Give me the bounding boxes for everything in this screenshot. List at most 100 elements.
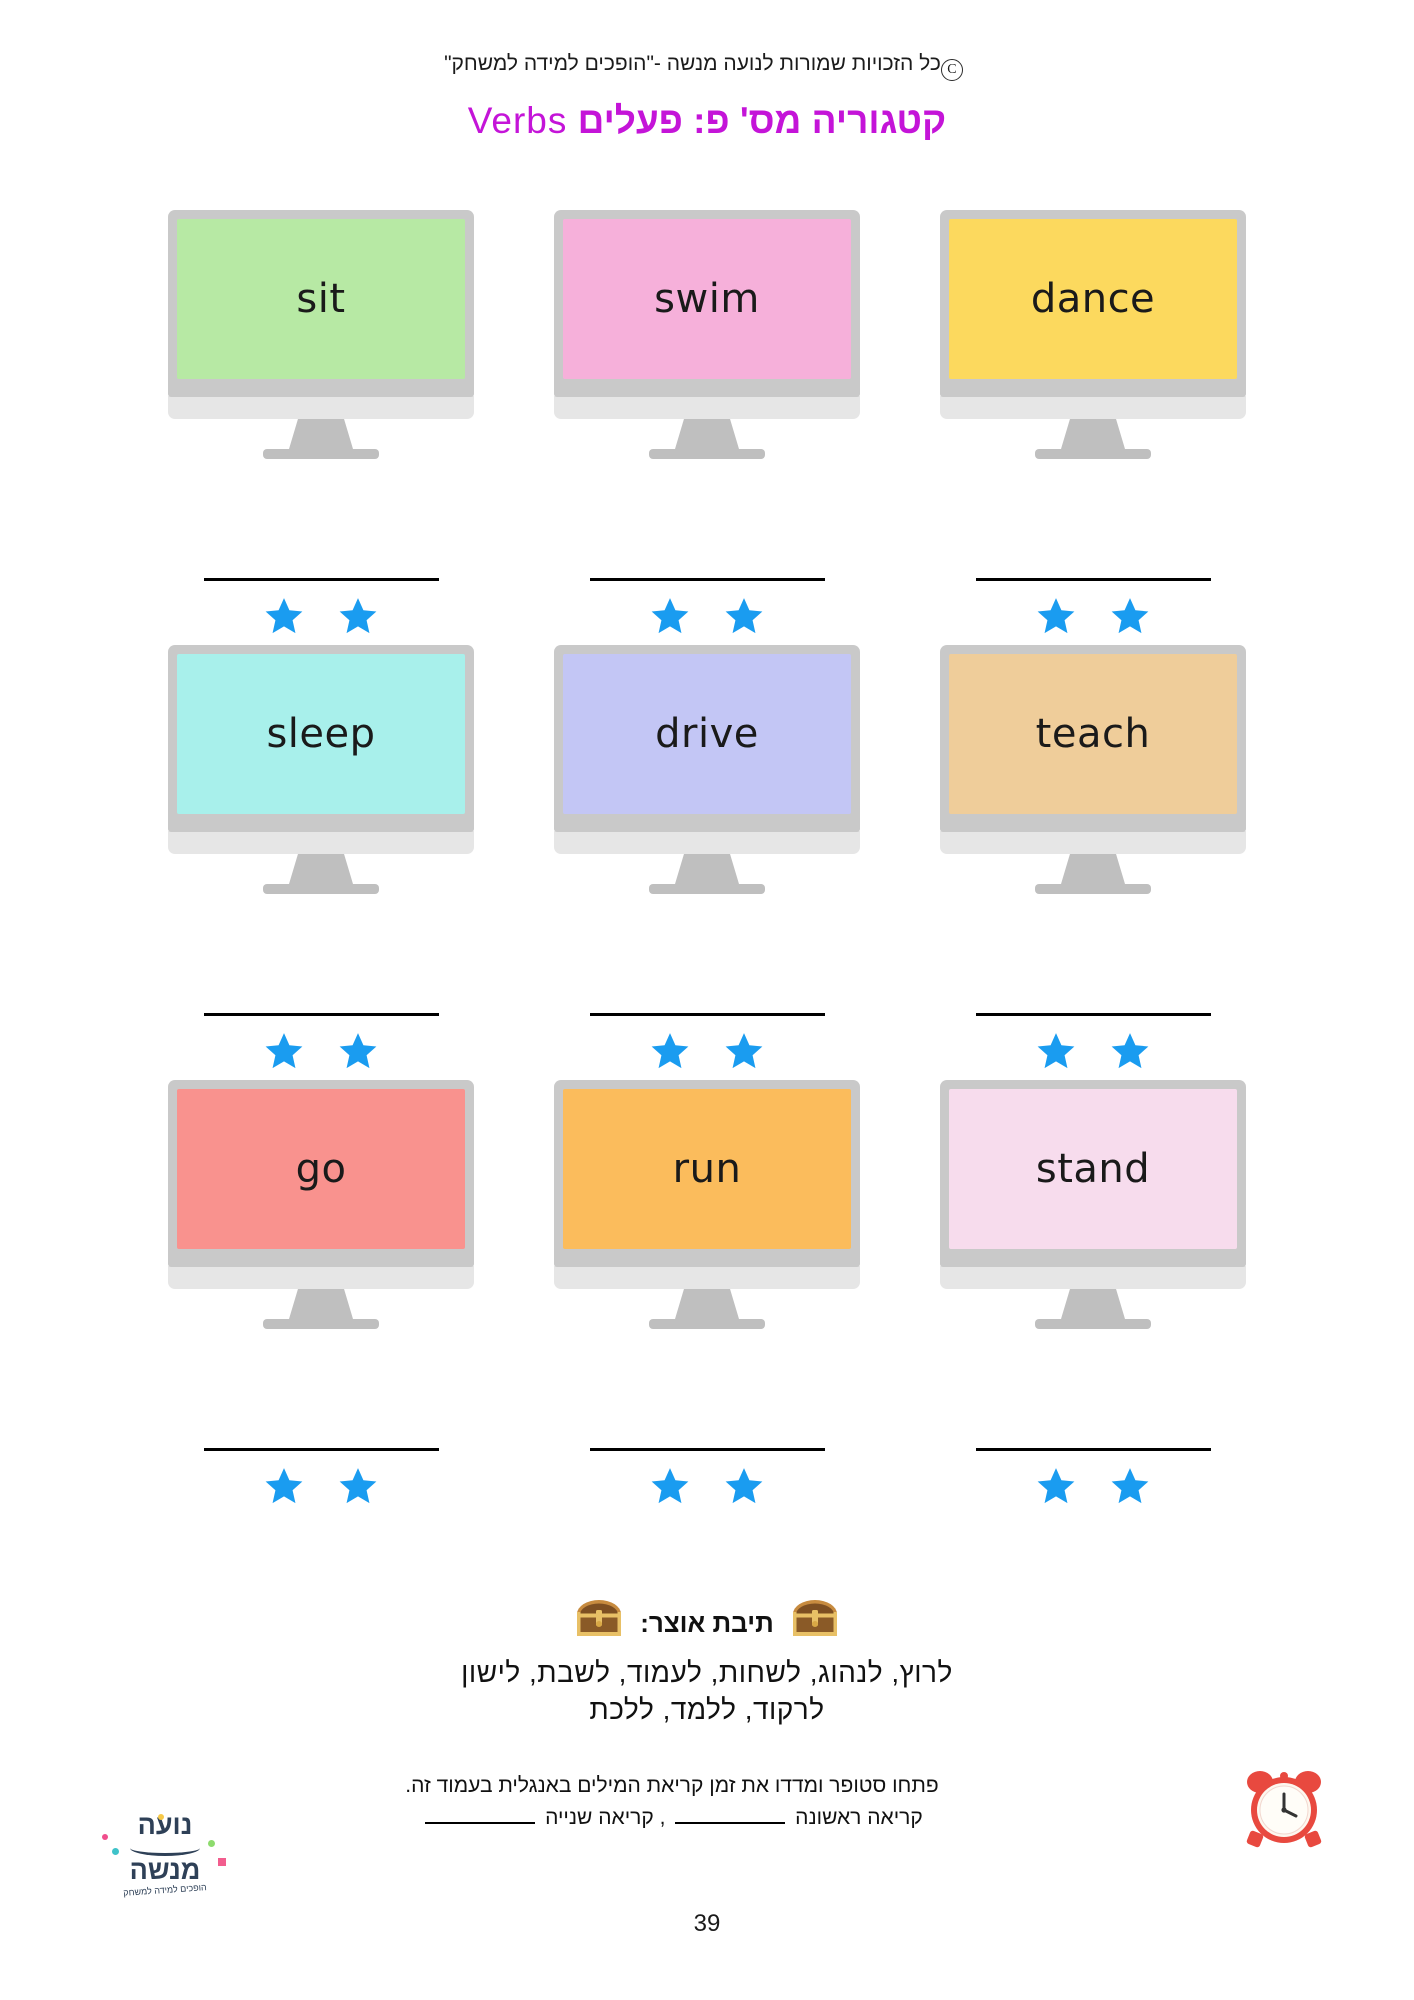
monitor-illustration: drive (554, 645, 860, 894)
monitor-stand-foot (263, 1319, 379, 1329)
star-rating (262, 1030, 380, 1072)
star-icon[interactable] (1108, 1465, 1152, 1507)
monitor-frame: stand (940, 1080, 1246, 1267)
star-icon[interactable] (722, 1465, 766, 1507)
answer-blank-line[interactable] (589, 578, 825, 581)
monitor-screen: swim (563, 219, 851, 379)
verb-word: go (295, 1146, 347, 1192)
answer-area (128, 1013, 514, 1072)
monitor-base-bar (554, 396, 860, 419)
monitor-screen: drive (563, 654, 851, 814)
logo-dot-3 (208, 1840, 215, 1847)
monitor-stand-neck (675, 1289, 739, 1319)
logo-dot-2 (112, 1848, 119, 1855)
page-number: 39 (693, 1910, 721, 1937)
logo-arc-decoration (130, 1840, 200, 1856)
monitor-illustration: sleep (168, 645, 474, 894)
logo-dot-1 (102, 1834, 108, 1840)
answer-blank-line[interactable] (975, 578, 1211, 581)
answer-blank-line[interactable] (589, 1013, 825, 1016)
verb-card: run (514, 1080, 900, 1515)
monitor-stand-foot (1035, 1319, 1151, 1329)
monitor-base-bar (168, 831, 474, 854)
answer-blank-line[interactable] (975, 1013, 1211, 1016)
star-icon[interactable] (648, 1465, 692, 1507)
star-rating (1034, 595, 1152, 637)
star-icon[interactable] (722, 1030, 766, 1072)
answer-blank-line[interactable] (975, 1448, 1211, 1451)
answer-blank-line[interactable] (589, 1448, 825, 1451)
monitor-stand-foot (649, 1319, 765, 1329)
star-icon[interactable] (1034, 1030, 1078, 1072)
reading-first-label: קריאה ראשונה (795, 1805, 923, 1829)
word-bank: לרוץ, לנהוג, לשחות, לעמוד, לשבת, לישון ל… (0, 1655, 1414, 1729)
monitor-illustration: stand (940, 1080, 1246, 1329)
star-icon[interactable] (1108, 1030, 1152, 1072)
monitor-stand-neck (675, 419, 739, 449)
monitor-stand-neck (289, 1289, 353, 1319)
page-title-english: Verbs (467, 100, 568, 141)
answer-area (900, 578, 1286, 637)
monitor-illustration: go (168, 1080, 474, 1329)
star-icon[interactable] (1034, 1465, 1078, 1507)
answer-blank-line[interactable] (203, 1448, 439, 1451)
answer-area (900, 1013, 1286, 1072)
answer-area (514, 1448, 900, 1507)
reading-second-blank[interactable] (425, 1808, 536, 1824)
monitor-stand-neck (1061, 419, 1125, 449)
monitor-base-bar (168, 1266, 474, 1289)
logo-line-1: נועה (137, 1810, 193, 1840)
star-icon[interactable] (648, 1030, 692, 1072)
worksheet-page: Cכל הזכויות שמורות לנועה מנשה -"הופכים ל… (0, 0, 1414, 2000)
answer-blank-line[interactable] (203, 578, 439, 581)
star-icon[interactable] (1034, 595, 1078, 637)
monitor-screen: stand (949, 1089, 1237, 1249)
monitor-illustration: run (554, 1080, 860, 1329)
monitor-screen: run (563, 1089, 851, 1249)
monitor-illustration: swim (554, 210, 860, 459)
treasure-chest-icon-left (791, 1598, 839, 1645)
answer-area (128, 1448, 514, 1507)
verb-card: swim (514, 210, 900, 645)
monitor-frame: sit (168, 210, 474, 397)
monitor-base-bar (554, 1266, 860, 1289)
monitor-stand-foot (263, 884, 379, 894)
star-icon[interactable] (262, 1465, 306, 1507)
monitor-frame: drive (554, 645, 860, 832)
star-rating (1034, 1465, 1152, 1507)
answer-area (900, 1448, 1286, 1507)
verb-word: teach (1035, 711, 1151, 757)
monitor-stand-foot (1035, 884, 1151, 894)
verb-word: sleep (266, 711, 376, 757)
answer-blank-line[interactable] (203, 1013, 439, 1016)
star-icon[interactable] (648, 595, 692, 637)
star-icon[interactable] (1108, 595, 1152, 637)
verb-card: dance (900, 210, 1286, 645)
monitor-stand-foot (649, 884, 765, 894)
logo-dot-5 (158, 1814, 164, 1820)
monitor-stand-neck (289, 419, 353, 449)
word-bank-line-2: לרקוד, ללמד, ללכת (589, 1693, 825, 1725)
star-icon[interactable] (336, 1030, 380, 1072)
verb-word: swim (654, 276, 760, 322)
star-icon[interactable] (262, 1030, 306, 1072)
copyright-symbol-icon: C (940, 59, 963, 81)
reading-first-blank[interactable] (675, 1808, 786, 1824)
verb-word: drive (655, 711, 759, 757)
monitor-screen: sit (177, 219, 465, 379)
monitor-screen: go (177, 1089, 465, 1249)
brand-logo: נועה מנשה הופכים למידה למשחק (100, 1812, 230, 1908)
monitor-frame: teach (940, 645, 1246, 832)
page-title: קטגוריה מס' פ: פעלים Verbs (0, 100, 1414, 142)
star-icon[interactable] (722, 595, 766, 637)
verb-card: teach (900, 645, 1286, 1080)
monitor-screen: sleep (177, 654, 465, 814)
star-icon[interactable] (262, 595, 306, 637)
monitor-base-bar (168, 396, 474, 419)
treasure-box-label: תיבת אוצר: (640, 1608, 774, 1638)
treasure-chest-icon-right (575, 1598, 623, 1645)
star-icon[interactable] (336, 1465, 380, 1507)
copyright-text: כל הזכויות שמורות לנועה מנשה -"הופכים למ… (444, 52, 941, 75)
star-icon[interactable] (336, 595, 380, 637)
star-rating (648, 595, 766, 637)
